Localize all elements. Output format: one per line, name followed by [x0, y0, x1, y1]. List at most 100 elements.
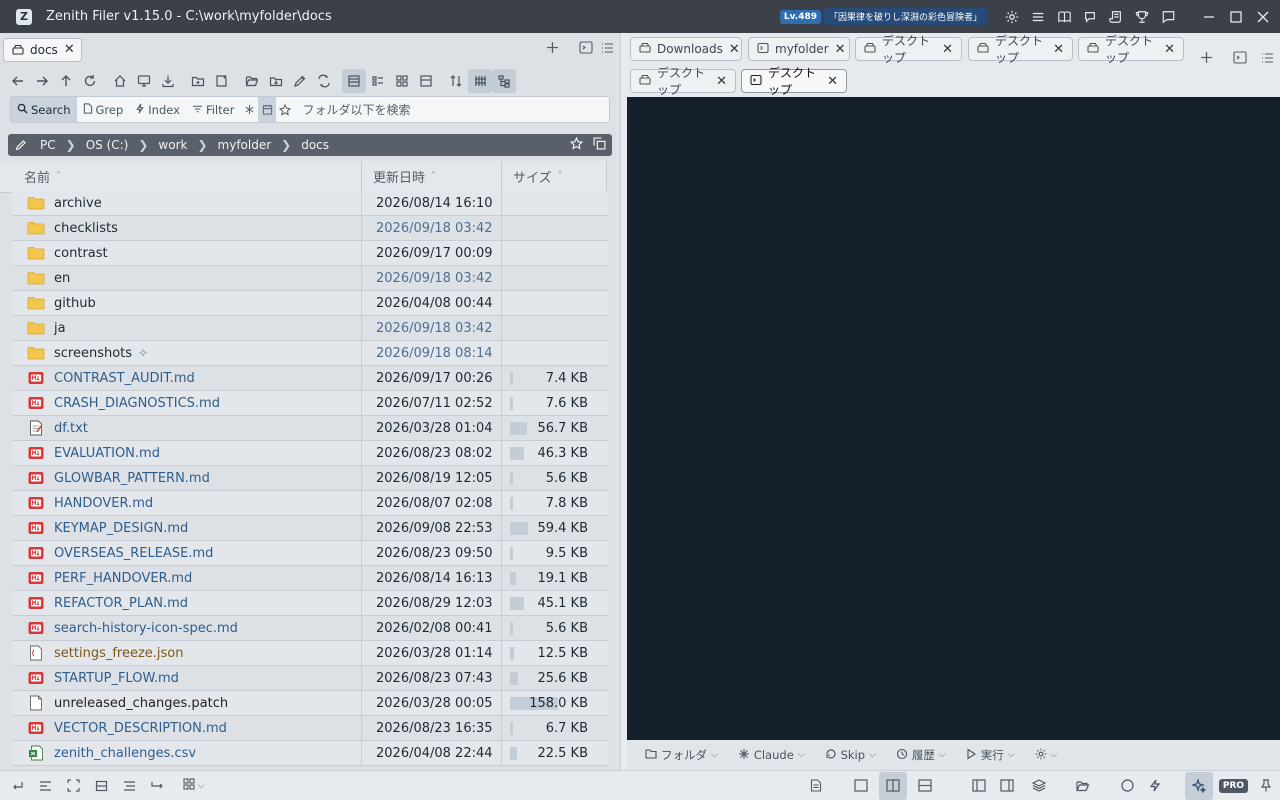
new-file-icon[interactable]	[210, 69, 234, 93]
folder-row[interactable]: github 2026/04/08 00:44	[12, 290, 608, 316]
file-row[interactable]: STARTUP_FLOW.md 2026/08/23 07:43 25.6 KB	[12, 665, 608, 691]
add-tab-icon[interactable]	[546, 41, 559, 58]
sparkle-icon[interactable]	[1184, 771, 1213, 800]
fullscreen-icon[interactable]	[60, 772, 88, 800]
redirect-icon[interactable]	[144, 772, 172, 800]
right-tab[interactable]: myfolder ✕	[748, 37, 850, 61]
add-tab-icon[interactable]	[1200, 51, 1213, 68]
book-icon[interactable]	[1051, 0, 1077, 33]
tree-icon[interactable]	[492, 69, 516, 93]
terminal-icon[interactable]	[1233, 51, 1247, 68]
folder-row[interactable]: en 2026/09/18 03:42	[12, 265, 608, 291]
file-row[interactable]: search-history-icon-spec.md 2026/02/08 00…	[12, 615, 608, 641]
search-tab-index[interactable]: Index	[129, 97, 186, 122]
dual-pane-icon[interactable]	[879, 771, 908, 800]
column-header-size[interactable]: サイズ ˄	[502, 161, 607, 192]
list-menu-icon[interactable]	[1261, 52, 1274, 68]
move-to-icon[interactable]	[264, 69, 288, 93]
list-icon[interactable]	[116, 772, 144, 800]
tab-close-icon[interactable]: ✕	[827, 74, 838, 89]
file-row[interactable]: EVALUATION.md 2026/08/23 08:02 46.3 KB	[12, 440, 608, 466]
right-tab[interactable]: Downloads ✕	[630, 37, 742, 61]
close-button[interactable]	[1249, 0, 1276, 33]
file-row[interactable]: KEYMAP_DESIGN.md 2026/09/08 22:53 59.4 KB	[12, 515, 608, 541]
star-icon[interactable]	[276, 97, 294, 122]
terminal-folder-button[interactable]: フォルダ ⌵	[637, 744, 726, 766]
columns-icon[interactable]	[468, 69, 492, 93]
right-tab-active[interactable]: デスクトップ ✕	[741, 66, 847, 97]
batch-rename-icon[interactable]	[312, 69, 336, 93]
breadcrumb-item[interactable]: myfolder	[216, 138, 274, 152]
right-tab[interactable]: デスクトップ ✕	[630, 66, 736, 97]
circle-icon[interactable]	[1113, 772, 1141, 800]
folder-row[interactable]: checklists 2026/09/18 03:42	[12, 215, 608, 241]
edit-path-icon[interactable]	[10, 139, 32, 151]
right-tab[interactable]: デスクトップ ✕	[855, 34, 962, 65]
tab-close-icon[interactable]: ✕	[835, 42, 846, 57]
regex-icon[interactable]	[240, 97, 258, 122]
folder-open-icon[interactable]	[1069, 772, 1097, 800]
comment-icon[interactable]	[1155, 0, 1181, 33]
breadcrumb-item[interactable]: OS (C:)	[84, 138, 131, 152]
file-row[interactable]: VECTOR_DESCRIPTION.md 2026/08/23 16:35 6.7…	[12, 715, 608, 741]
trophy-icon[interactable]	[1129, 0, 1155, 33]
chat-bubble-icon[interactable]	[1077, 0, 1103, 33]
list-menu-icon[interactable]	[601, 42, 614, 58]
terminal-history-button[interactable]: 履歴 ⌵	[888, 744, 954, 766]
column-header-date[interactable]: 更新日時 ˄	[362, 161, 502, 192]
search-tab-filter[interactable]: Filter	[186, 97, 240, 122]
file-row[interactable]: zenith_challenges.csv 2026/04/08 22:44 22.…	[12, 740, 608, 766]
terminal-skip-button[interactable]: Skip ⌵	[817, 744, 884, 766]
terminal-run-button[interactable]: 実行 ⌵	[958, 744, 1023, 766]
grid-view-icon[interactable]	[390, 69, 414, 93]
layout-dropdown[interactable]: ⌵	[176, 772, 212, 800]
folder-row[interactable]: ja 2026/09/18 03:42	[12, 315, 608, 341]
layers-icon[interactable]	[1025, 772, 1053, 800]
new-folder-icon[interactable]	[186, 69, 210, 93]
right-sidebar-icon[interactable]	[993, 772, 1021, 800]
column-header-name[interactable]: 名前 ˄	[0, 161, 362, 192]
preview-pane-icon[interactable]	[414, 69, 438, 93]
file-row[interactable]: HANDOVER.md 2026/08/07 02:08 7.8 KB	[12, 490, 608, 516]
file-row[interactable]: unreleased_changes.patch 2026/03/28 00:05…	[12, 690, 608, 716]
window-icon[interactable]	[88, 772, 116, 800]
file-row[interactable]: CRASH_DIAGNOSTICS.md 2026/07/11 02:52 7.6 …	[12, 390, 608, 416]
title-badge[interactable]: 「因果律を破りし深淵の彩色冒険者」	[823, 8, 987, 25]
search-tab-search[interactable]: Search	[11, 97, 77, 122]
file-row[interactable]: PERF_HANDOVER.md 2026/08/14 16:13 19.1 KB	[12, 565, 608, 591]
bookmark-star-icon[interactable]	[569, 136, 584, 153]
single-pane-icon[interactable]	[847, 772, 875, 800]
right-tab[interactable]: デスクトップ ✕	[968, 34, 1073, 65]
sort-icon[interactable]	[444, 69, 468, 93]
terminal-settings-button[interactable]: ⌵	[1027, 744, 1066, 766]
maximize-button[interactable]	[1222, 0, 1249, 33]
file-row[interactable]: OVERSEAS_RELEASE.md 2026/08/23 09:50 9.5 K…	[12, 540, 608, 566]
file-row[interactable]: REFACTOR_PLAN.md 2026/08/29 12:03 45.1 KB	[12, 590, 608, 616]
tab-docs[interactable]: docs ✕	[3, 37, 82, 62]
search-tab-grep[interactable]: Grep	[77, 97, 130, 122]
folder-row[interactable]: contrast 2026/09/17 00:09	[12, 240, 608, 266]
terminal-view[interactable]	[627, 97, 1280, 740]
search-input[interactable]	[294, 97, 609, 122]
details-view-icon[interactable]	[342, 69, 366, 93]
breadcrumb-item[interactable]: work	[156, 138, 189, 152]
file-row[interactable]: settings_freeze.json 2026/03/28 01:14 12.5…	[12, 640, 608, 666]
up-icon[interactable]	[54, 69, 78, 93]
breadcrumb-item[interactable]: PC	[38, 138, 58, 152]
file-row[interactable]: df.txt 2026/03/28 01:04 56.7 KB	[12, 415, 608, 441]
breadcrumb-item[interactable]: docs	[299, 138, 331, 152]
terminal-claude-button[interactable]: Claude ⌵	[730, 744, 813, 766]
right-tab[interactable]: デスクトップ ✕	[1078, 34, 1184, 65]
menu-icon[interactable]	[1025, 0, 1051, 33]
folder-row[interactable]: archive 2026/08/14 16:10	[12, 190, 608, 216]
open-folder-icon[interactable]	[240, 69, 264, 93]
home-icon[interactable]	[108, 69, 132, 93]
horizontal-split-icon[interactable]	[911, 772, 939, 800]
terminal-icon[interactable]	[579, 41, 593, 58]
monitor-icon[interactable]	[132, 69, 156, 93]
file-row[interactable]: CONTRAST_AUDIT.md 2026/09/17 00:26 7.4 KB	[12, 365, 608, 391]
calendar-icon[interactable]	[258, 97, 277, 122]
align-left-icon[interactable]	[32, 772, 60, 800]
copy-path-icon[interactable]	[593, 137, 606, 153]
tab-close-icon[interactable]: ✕	[716, 74, 727, 89]
